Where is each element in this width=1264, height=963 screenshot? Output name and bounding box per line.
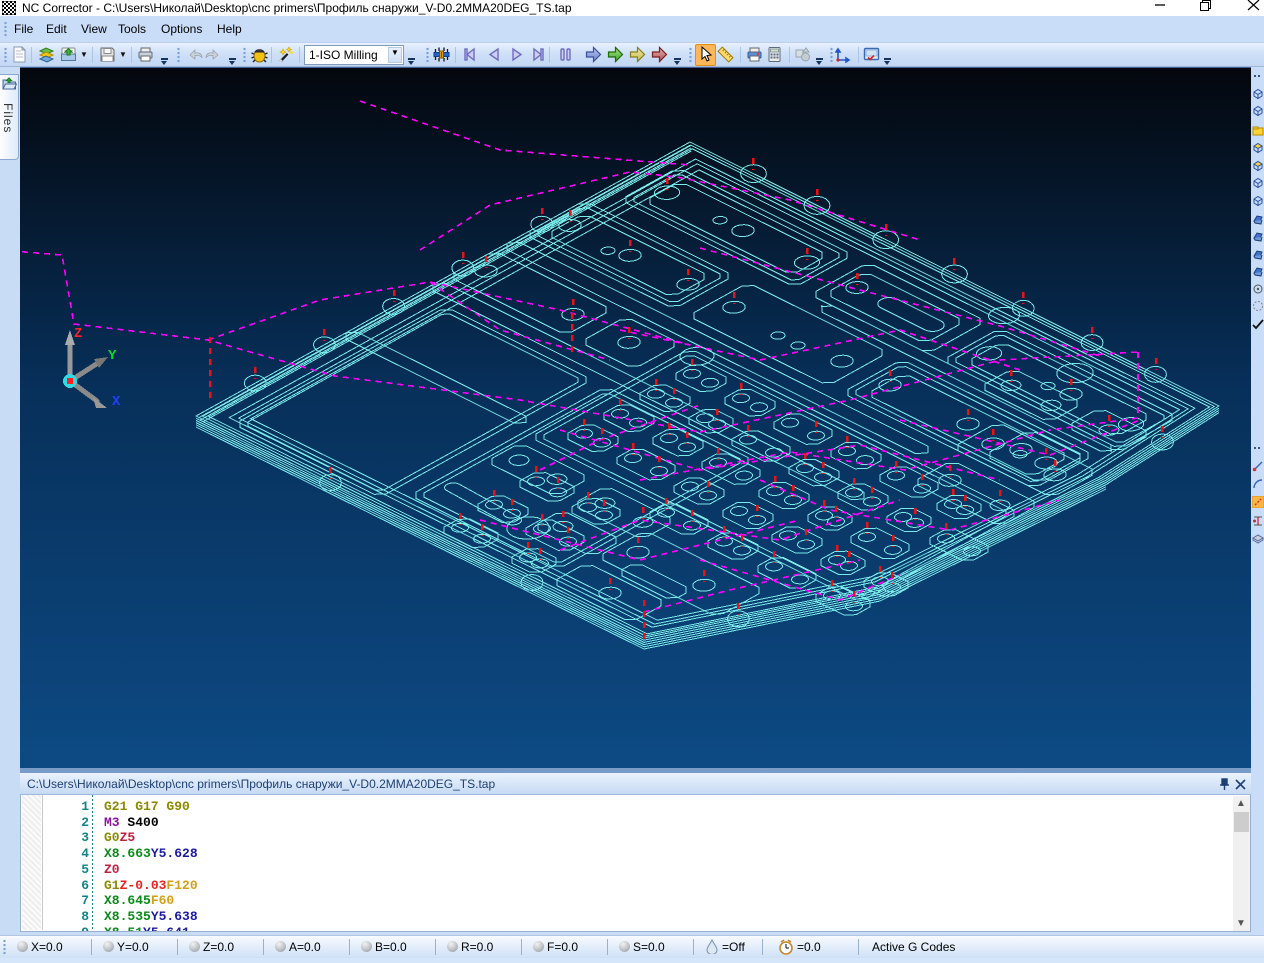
svg-text:Y: Y (108, 348, 117, 364)
svg-text:Z: Z (74, 326, 82, 342)
svg-text:X: X (112, 394, 121, 410)
